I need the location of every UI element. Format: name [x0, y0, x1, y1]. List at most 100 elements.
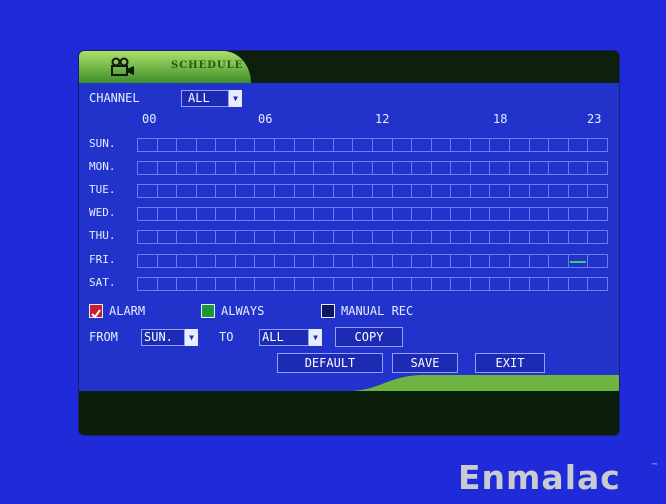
schedule-cell[interactable]: [469, 161, 491, 175]
schedule-cell[interactable]: [508, 277, 530, 291]
schedule-cell[interactable]: [548, 207, 569, 221]
schedule-cell[interactable]: [176, 230, 197, 244]
schedule-cell[interactable]: [293, 184, 315, 198]
schedule-cell[interactable]: [430, 207, 452, 221]
schedule-cell[interactable]: [195, 184, 217, 198]
schedule-cell[interactable]: [469, 184, 491, 198]
schedule-cell[interactable]: [313, 254, 334, 268]
schedule-cell[interactable]: [176, 277, 197, 291]
schedule-cell[interactable]: [391, 254, 413, 268]
schedule-cell[interactable]: [391, 230, 413, 244]
schedule-cell[interactable]: [508, 254, 530, 268]
copy-button[interactable]: COPY: [335, 327, 403, 347]
schedule-cell[interactable]: [352, 161, 373, 175]
schedule-cell[interactable]: [254, 138, 276, 152]
schedule-cell[interactable]: [195, 207, 217, 221]
schedule-cell[interactable]: [195, 277, 217, 291]
schedule-cell[interactable]: [195, 161, 217, 175]
schedule-cell[interactable]: [215, 254, 236, 268]
schedule-cell[interactable]: [391, 207, 413, 221]
schedule-cell[interactable]: [489, 161, 510, 175]
schedule-cell[interactable]: [548, 161, 569, 175]
schedule-cell[interactable]: [274, 230, 295, 244]
schedule-cell[interactable]: [137, 207, 158, 221]
schedule-cell[interactable]: [293, 138, 315, 152]
save-button[interactable]: SAVE: [392, 353, 458, 373]
schedule-cell[interactable]: [528, 207, 550, 221]
schedule-cell[interactable]: [195, 138, 217, 152]
schedule-cell[interactable]: [528, 161, 550, 175]
schedule-cell[interactable]: [215, 277, 236, 291]
schedule-cell[interactable]: [156, 230, 178, 244]
schedule-cell[interactable]: [234, 230, 256, 244]
schedule-cell[interactable]: [156, 184, 178, 198]
schedule-cell[interactable]: [332, 230, 354, 244]
schedule-cell[interactable]: [469, 230, 491, 244]
schedule-cell[interactable]: [274, 277, 295, 291]
schedule-cell[interactable]: [508, 207, 530, 221]
schedule-cell[interactable]: [587, 277, 608, 291]
schedule-cell[interactable]: [528, 277, 550, 291]
chevron-down-icon[interactable]: ▼: [185, 329, 198, 346]
schedule-cell[interactable]: [313, 207, 334, 221]
schedule-cell[interactable]: [450, 138, 471, 152]
schedule-cell[interactable]: [411, 184, 432, 198]
schedule-cell[interactable]: [332, 184, 354, 198]
schedule-cell[interactable]: [411, 207, 432, 221]
schedule-cell[interactable]: [234, 184, 256, 198]
schedule-cell[interactable]: [528, 254, 550, 268]
schedule-cell[interactable]: [411, 161, 432, 175]
schedule-cell[interactable]: [508, 230, 530, 244]
schedule-cell[interactable]: [587, 138, 608, 152]
schedule-cell[interactable]: [137, 184, 158, 198]
schedule-cell[interactable]: [332, 207, 354, 221]
chevron-down-icon[interactable]: ▼: [309, 329, 322, 346]
schedule-cell[interactable]: [430, 161, 452, 175]
schedule-cell[interactable]: [567, 184, 589, 198]
schedule-cell[interactable]: [156, 161, 178, 175]
schedule-cell[interactable]: [234, 277, 256, 291]
channel-select[interactable]: ALL ▼: [181, 90, 242, 107]
schedule-cell[interactable]: [215, 230, 236, 244]
schedule-cell[interactable]: [254, 277, 276, 291]
schedule-cell[interactable]: [528, 138, 550, 152]
schedule-cell[interactable]: [137, 138, 158, 152]
schedule-cell[interactable]: [548, 184, 569, 198]
schedule-cell[interactable]: [450, 207, 471, 221]
schedule-cell[interactable]: [332, 254, 354, 268]
schedule-cell[interactable]: [450, 277, 471, 291]
schedule-cell[interactable]: [469, 138, 491, 152]
schedule-cell[interactable]: [430, 230, 452, 244]
schedule-cell[interactable]: [254, 254, 276, 268]
schedule-cell[interactable]: [313, 184, 334, 198]
schedule-cell[interactable]: [234, 138, 256, 152]
schedule-cell[interactable]: [391, 277, 413, 291]
schedule-cell[interactable]: [587, 161, 608, 175]
schedule-cell[interactable]: [489, 230, 510, 244]
schedule-cell[interactable]: [156, 207, 178, 221]
schedule-cell[interactable]: [313, 138, 334, 152]
schedule-cell[interactable]: [548, 277, 569, 291]
schedule-cell[interactable]: [313, 277, 334, 291]
default-button[interactable]: DEFAULT: [277, 353, 383, 373]
schedule-cell[interactable]: [430, 254, 452, 268]
schedule-cell[interactable]: [352, 207, 373, 221]
schedule-cell[interactable]: [352, 184, 373, 198]
schedule-cell[interactable]: [293, 230, 315, 244]
schedule-cell[interactable]: [371, 184, 393, 198]
schedule-cell[interactable]: [508, 161, 530, 175]
schedule-cell[interactable]: [469, 207, 491, 221]
schedule-cell[interactable]: [215, 138, 236, 152]
schedule-cell[interactable]: [176, 138, 197, 152]
schedule-cell[interactable]: [137, 277, 158, 291]
schedule-cell[interactable]: [234, 207, 256, 221]
schedule-cell[interactable]: [430, 138, 452, 152]
alarm-swatch[interactable]: [89, 304, 103, 319]
schedule-cell[interactable]: [587, 230, 608, 244]
schedule-cell[interactable]: [156, 254, 178, 268]
schedule-cell[interactable]: [274, 161, 295, 175]
schedule-cell[interactable]: [391, 184, 413, 198]
schedule-cell[interactable]: [137, 254, 158, 268]
schedule-cell[interactable]: [176, 254, 197, 268]
schedule-cell[interactable]: [352, 254, 373, 268]
